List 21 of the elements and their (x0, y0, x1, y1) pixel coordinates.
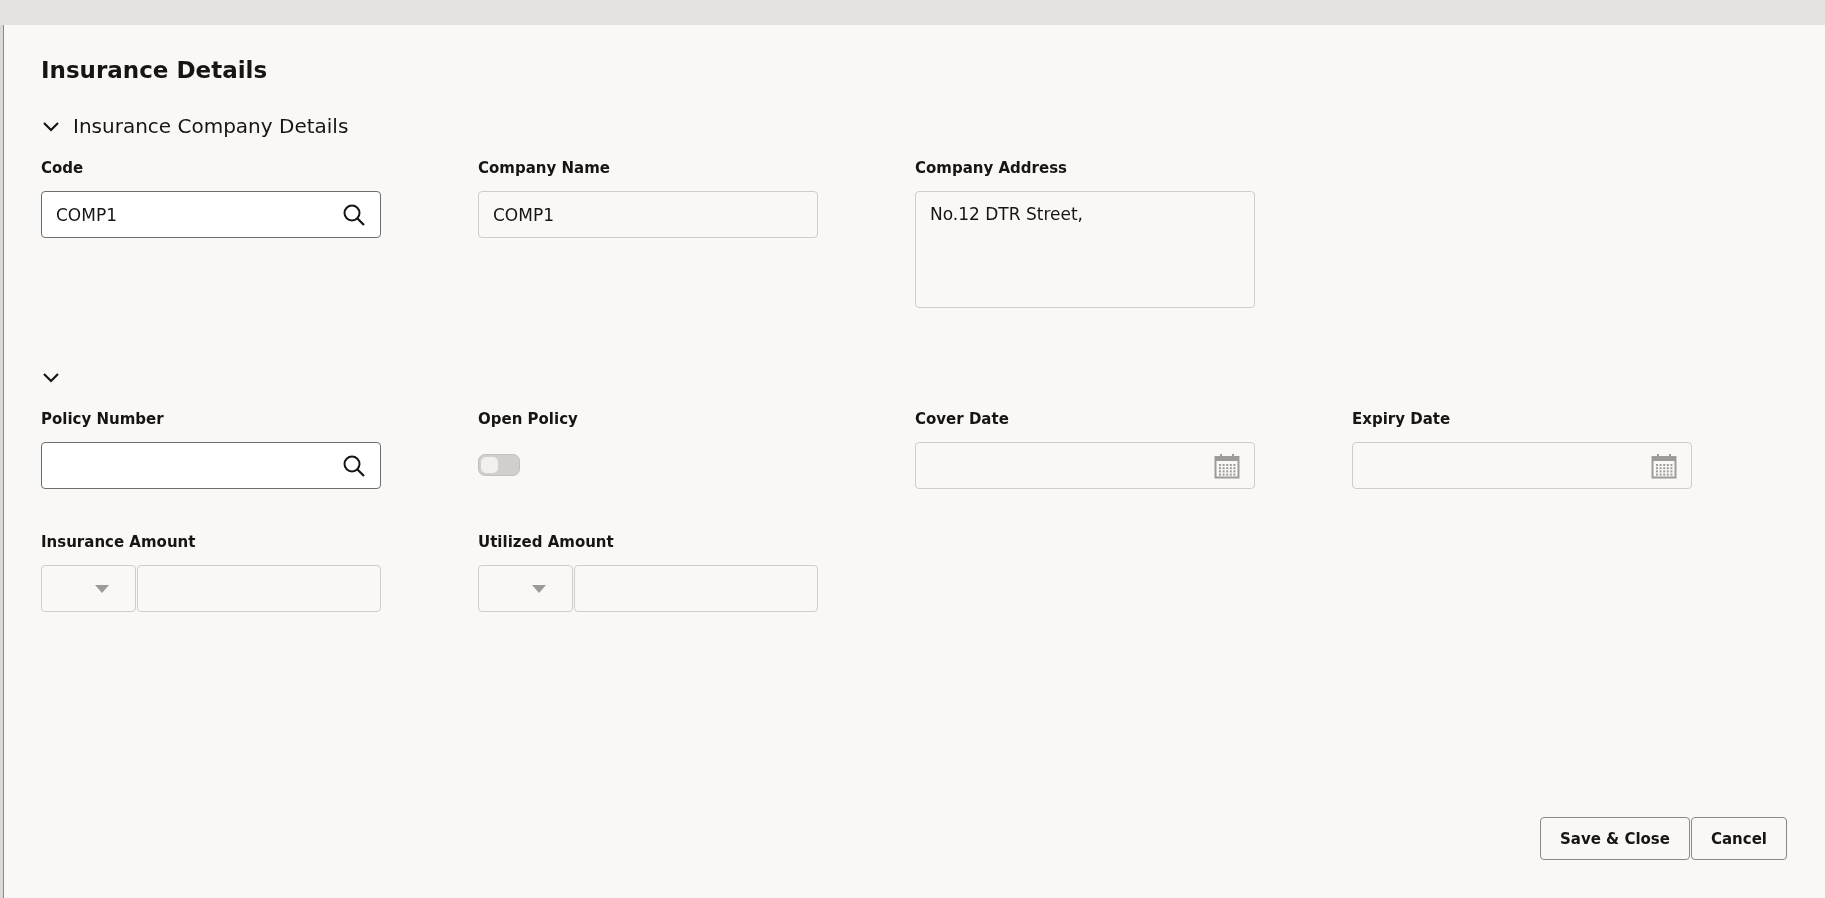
search-icon[interactable] (342, 202, 366, 227)
field-label: Insurance Amount (41, 533, 197, 553)
field-label: Company Address (915, 159, 1068, 179)
save-button[interactable]: Save & Close (1540, 817, 1690, 860)
section-title: Insurance Company Details (73, 114, 349, 138)
field-label: Expiry Date (1352, 410, 1452, 430)
currency-dropdown[interactable] (41, 565, 136, 612)
search-icon[interactable] (342, 453, 366, 478)
search-field[interactable]: COMP1 (41, 191, 381, 238)
field-label: Cover Date (915, 410, 1010, 430)
caret-icon (532, 584, 546, 593)
currency-dropdown[interactable] (478, 565, 573, 612)
caret-icon (95, 584, 109, 593)
field-label: Company Name (478, 159, 611, 179)
cancel-button[interactable]: Cancel (1691, 817, 1787, 860)
dialog-title: Insurance Details (41, 57, 269, 83)
field-label: Utilized Amount (478, 533, 615, 553)
search-field[interactable] (41, 442, 381, 489)
field-label: Open Policy (478, 410, 579, 430)
field-label: Code (41, 159, 85, 179)
field-label: Policy Number (41, 410, 165, 430)
